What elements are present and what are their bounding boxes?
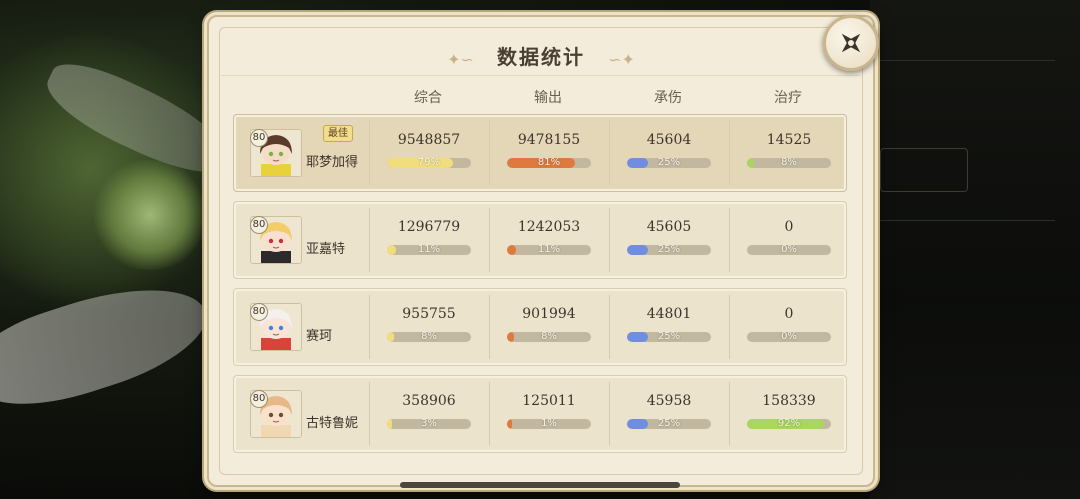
stat-cell: 9478155 81% (489, 115, 609, 191)
level-badge: 80 (250, 390, 268, 408)
column-header-damage-taken: 承伤 (654, 90, 682, 106)
stat-percent-bar: 8% (747, 158, 831, 168)
background-flowers (90, 160, 210, 270)
stat-percent-bar: 25% (627, 245, 711, 255)
dialog-title: 数据统计 (497, 45, 585, 69)
stat-percent-label: 25% (657, 245, 681, 255)
stat-percent-label: 25% (657, 158, 681, 168)
stat-percent-bar: 0% (747, 332, 831, 342)
stat-value: 955755 (402, 306, 456, 322)
level-badge: 80 (250, 129, 268, 147)
stat-value: 9478155 (517, 132, 581, 148)
stat-cell: 9548857 79% (369, 115, 489, 191)
stat-percent-bar: 8% (387, 332, 471, 342)
stat-percent-label: 0% (781, 332, 797, 342)
column-header-damage: 输出 (534, 90, 562, 106)
close-icon (841, 33, 861, 53)
table-row: 80 最佳耶梦加得 9548857 79% 9478155 81% 45604 25% 1452… (233, 114, 847, 192)
ornament-left-icon: ✦∽ (447, 50, 474, 69)
stat-value: 0 (784, 219, 794, 235)
character-name: 耶梦加得 (306, 155, 359, 170)
stat-percent-bar: 3% (387, 419, 471, 429)
stat-value: 44801 (646, 306, 692, 322)
stat-percent-bar: 0% (747, 245, 831, 255)
stat-cell: 358906 3% (369, 376, 489, 452)
stat-percent-label: 92% (777, 419, 801, 429)
stat-value: 901994 (522, 306, 576, 322)
dialog-header: ✦∽ 数据统计 ∽✦ (209, 39, 873, 75)
stat-percent-label: 11% (417, 245, 441, 255)
stat-cell: 45604 25% (609, 115, 729, 191)
level-badge: 80 (250, 303, 268, 321)
stat-percent-bar: 11% (387, 245, 471, 255)
stat-cell: 45605 25% (609, 202, 729, 278)
stat-value: 45958 (646, 393, 692, 409)
header-divider (221, 75, 861, 76)
table-row: 80 赛珂 955755 8% 901994 8% 44801 25% 0 0% (233, 288, 847, 366)
stat-percent-label: 25% (657, 332, 681, 342)
stat-cell: 955755 8% (369, 289, 489, 365)
stat-percent-label: 1% (541, 419, 557, 429)
stat-percent-bar: 8% (507, 332, 591, 342)
stat-percent-bar: 25% (627, 419, 711, 429)
stat-value: 14525 (766, 132, 812, 148)
stat-cell: 1242053 11% (489, 202, 609, 278)
stat-percent-bar: 11% (507, 245, 591, 255)
best-badge: 最佳 (323, 125, 353, 142)
background-right-area (870, 0, 1080, 499)
stat-value: 1296779 (397, 219, 461, 235)
stat-value: 358906 (402, 393, 456, 409)
stat-cell: 125011 1% (489, 376, 609, 452)
stat-percent-label: 0% (781, 245, 797, 255)
stat-percent-label: 8% (781, 158, 797, 168)
character-name: 古特鲁妮 (306, 416, 359, 431)
stat-value: 125011 (522, 393, 576, 409)
stat-value: 158339 (762, 393, 816, 409)
table-row: 80 古特鲁妮 358906 3% 125011 1% 45958 25% 158339 92% (233, 375, 847, 453)
stat-percent-label: 25% (657, 419, 681, 429)
stat-percent-label: 8% (541, 332, 557, 342)
background-foliage (0, 20, 220, 320)
stat-cell: 44801 25% (609, 289, 729, 365)
stat-percent-bar: 1% (507, 419, 591, 429)
stat-cell: 0 0% (729, 202, 849, 278)
stat-value: 9548857 (397, 132, 461, 148)
ornament-right-icon: ∽✦ (608, 50, 635, 69)
character-name: 赛珂 (306, 329, 333, 344)
bottom-scroll-handle (400, 482, 680, 488)
stat-percent-label: 8% (421, 332, 437, 342)
column-header-overall: 综合 (414, 90, 442, 106)
stat-percent-bar: 81% (507, 158, 591, 168)
stat-percent-label: 81% (537, 158, 561, 168)
stat-cell: 158339 92% (729, 376, 849, 452)
stat-cell: 14525 8% (729, 115, 849, 191)
stat-cell: 45958 25% (609, 376, 729, 452)
stat-value: 1242053 (517, 219, 581, 235)
stat-percent-label: 3% (421, 419, 437, 429)
stat-percent-bar: 79% (387, 158, 471, 168)
stat-cell: 0 0% (729, 289, 849, 365)
character-name: 亚嘉特 (306, 242, 346, 257)
stat-percent-label: 79% (417, 158, 441, 168)
stat-value: 45605 (646, 219, 692, 235)
stat-percent-bar: 92% (747, 419, 831, 429)
stat-percent-bar: 25% (627, 158, 711, 168)
stat-cell: 901994 8% (489, 289, 609, 365)
stat-percent-bar: 25% (627, 332, 711, 342)
stat-cell: 1296779 11% (369, 202, 489, 278)
game-screen: ✦∽ 数据统计 ∽✦ 综合 输出 承伤 治疗 80 最佳耶梦加得 9548857 79… (0, 0, 1080, 499)
column-header-healing: 治疗 (774, 90, 802, 106)
close-button[interactable] (823, 15, 879, 71)
stat-percent-label: 11% (537, 245, 561, 255)
background-divider (875, 60, 1055, 61)
background-divider (875, 220, 1055, 221)
table-row: 80 亚嘉特 1296779 11% 1242053 11% 45605 25% 0 0% (233, 201, 847, 279)
level-badge: 80 (250, 216, 268, 234)
background-right-panel (880, 148, 968, 192)
stat-value: 0 (784, 306, 794, 322)
stat-value: 45604 (646, 132, 692, 148)
